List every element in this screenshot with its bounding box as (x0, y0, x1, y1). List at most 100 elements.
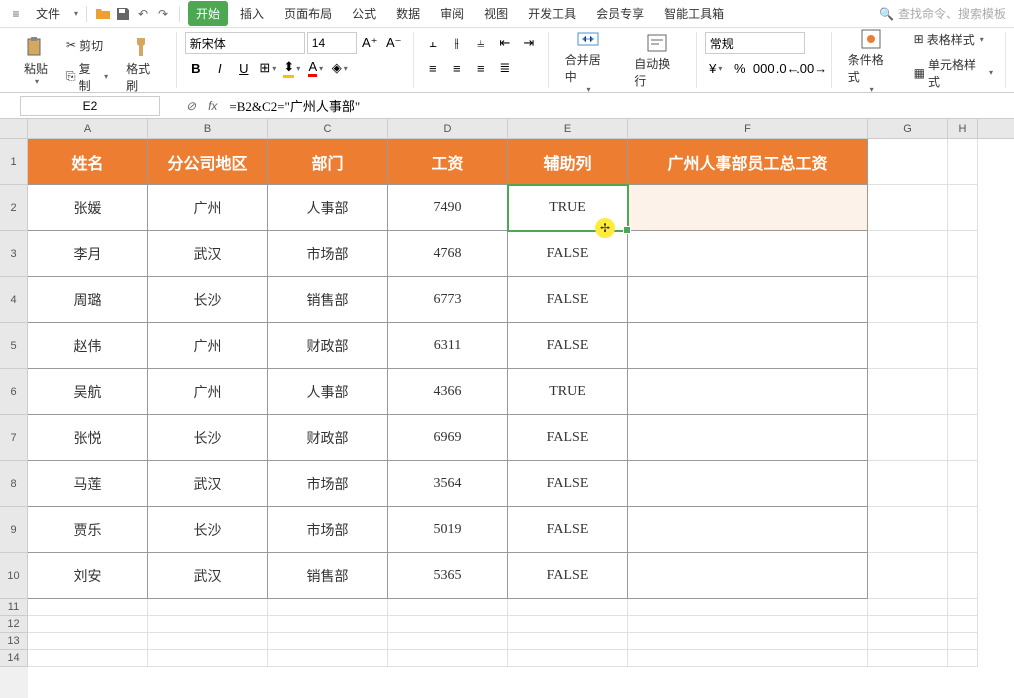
cell[interactable] (148, 616, 268, 633)
cell[interactable]: 周璐 (28, 277, 148, 323)
align-top-button[interactable]: ⫠ (422, 32, 444, 54)
col-header[interactable]: F (628, 119, 868, 138)
row-header[interactable]: 7 (0, 415, 28, 461)
cell[interactable]: 广州 (148, 369, 268, 415)
cell[interactable]: 市场部 (268, 231, 388, 277)
cell[interactable]: 贾乐 (28, 507, 148, 553)
cell[interactable] (948, 139, 978, 185)
underline-button[interactable]: U (233, 57, 255, 79)
cell[interactable] (948, 616, 978, 633)
cell[interactable] (868, 599, 948, 616)
cell[interactable] (948, 415, 978, 461)
cell[interactable] (948, 633, 978, 650)
hamburger-icon[interactable]: ≡ (8, 6, 24, 22)
tab-smart[interactable]: 智能工具箱 (656, 1, 732, 26)
tab-formula[interactable]: 公式 (344, 1, 384, 26)
cell[interactable] (628, 553, 868, 599)
cell[interactable] (948, 599, 978, 616)
cell[interactable] (628, 323, 868, 369)
cell[interactable]: FALSE (508, 415, 628, 461)
cell[interactable]: 财政部 (268, 323, 388, 369)
bold-button[interactable]: B (185, 57, 207, 79)
cell[interactable] (948, 277, 978, 323)
cell[interactable]: 7490 (388, 185, 508, 231)
cell[interactable]: 3564 (388, 461, 508, 507)
cell[interactable] (148, 650, 268, 667)
cell[interactable] (868, 415, 948, 461)
header-cell[interactable]: 工资 (388, 139, 508, 185)
cell[interactable]: 长沙 (148, 277, 268, 323)
header-cell[interactable]: 辅助列 (508, 139, 628, 185)
row-header[interactable]: 1 (0, 139, 28, 185)
align-right-button[interactable]: ≡ (470, 57, 492, 79)
cell[interactable] (268, 599, 388, 616)
cell[interactable] (508, 633, 628, 650)
row-header[interactable]: 3 (0, 231, 28, 277)
cell[interactable]: 6773 (388, 277, 508, 323)
align-bottom-button[interactable]: ⫨ (470, 32, 492, 54)
cell[interactable] (28, 633, 148, 650)
col-header[interactable]: G (868, 119, 948, 138)
cell[interactable]: TRUE (508, 369, 628, 415)
cell[interactable]: 5365 (388, 553, 508, 599)
row-header[interactable]: 2 (0, 185, 28, 231)
save-icon[interactable] (115, 6, 131, 22)
cell[interactable]: FALSE (508, 323, 628, 369)
row-header[interactable]: 13 (0, 633, 28, 650)
cell[interactable]: FALSE (508, 553, 628, 599)
cell[interactable]: 长沙 (148, 415, 268, 461)
row-header[interactable]: 8 (0, 461, 28, 507)
cell[interactable] (948, 553, 978, 599)
number-format-select[interactable] (705, 32, 805, 54)
cell[interactable]: 李月 (28, 231, 148, 277)
font-color-button[interactable]: A▾ (305, 57, 327, 79)
cell[interactable] (948, 323, 978, 369)
cell[interactable]: 刘安 (28, 553, 148, 599)
font-name-select[interactable] (185, 32, 305, 54)
cell[interactable] (28, 599, 148, 616)
cell[interactable] (868, 277, 948, 323)
cell[interactable] (268, 650, 388, 667)
col-header[interactable]: E (508, 119, 628, 138)
cond-format-button[interactable]: 条件格式▾ (840, 23, 902, 98)
cell[interactable] (508, 599, 628, 616)
cell[interactable] (948, 185, 978, 231)
col-header[interactable]: D (388, 119, 508, 138)
cell[interactable]: 市场部 (268, 507, 388, 553)
cell[interactable]: 市场部 (268, 461, 388, 507)
cell[interactable] (628, 415, 868, 461)
wrap-text-button[interactable]: 自动换行 (626, 27, 687, 93)
cell[interactable] (628, 277, 868, 323)
cell[interactable] (508, 650, 628, 667)
row-header[interactable]: 9 (0, 507, 28, 553)
row-header[interactable]: 4 (0, 277, 28, 323)
header-cell[interactable]: 部门 (268, 139, 388, 185)
cell[interactable] (868, 323, 948, 369)
cell[interactable] (628, 650, 868, 667)
cell[interactable] (628, 616, 868, 633)
fill-color-button[interactable]: ⬍▾ (281, 57, 303, 79)
col-header[interactable]: B (148, 119, 268, 138)
tab-review[interactable]: 审阅 (432, 1, 472, 26)
cell[interactable] (388, 616, 508, 633)
copy-button[interactable]: ⎘复制▾ (62, 58, 112, 96)
cell[interactable]: FALSE (508, 461, 628, 507)
cell[interactable] (868, 633, 948, 650)
cell[interactable] (868, 461, 948, 507)
cell[interactable] (868, 507, 948, 553)
cell[interactable] (868, 616, 948, 633)
cell[interactable] (628, 633, 868, 650)
tab-insert[interactable]: 插入 (232, 1, 272, 26)
cell[interactable]: FALSE (508, 277, 628, 323)
cell[interactable]: 4768 (388, 231, 508, 277)
formula-input[interactable] (223, 96, 1014, 116)
cell[interactable]: 广州 (148, 323, 268, 369)
col-header[interactable]: C (268, 119, 388, 138)
cell[interactable]: 6969 (388, 415, 508, 461)
clear-format-button[interactable]: ◈▾ (329, 57, 351, 79)
cell[interactable]: 销售部 (268, 553, 388, 599)
italic-button[interactable]: I (209, 57, 231, 79)
format-painter-button[interactable]: 格式刷 (118, 32, 168, 98)
fx-icon[interactable]: fx (208, 99, 217, 113)
tab-layout[interactable]: 页面布局 (276, 1, 340, 26)
